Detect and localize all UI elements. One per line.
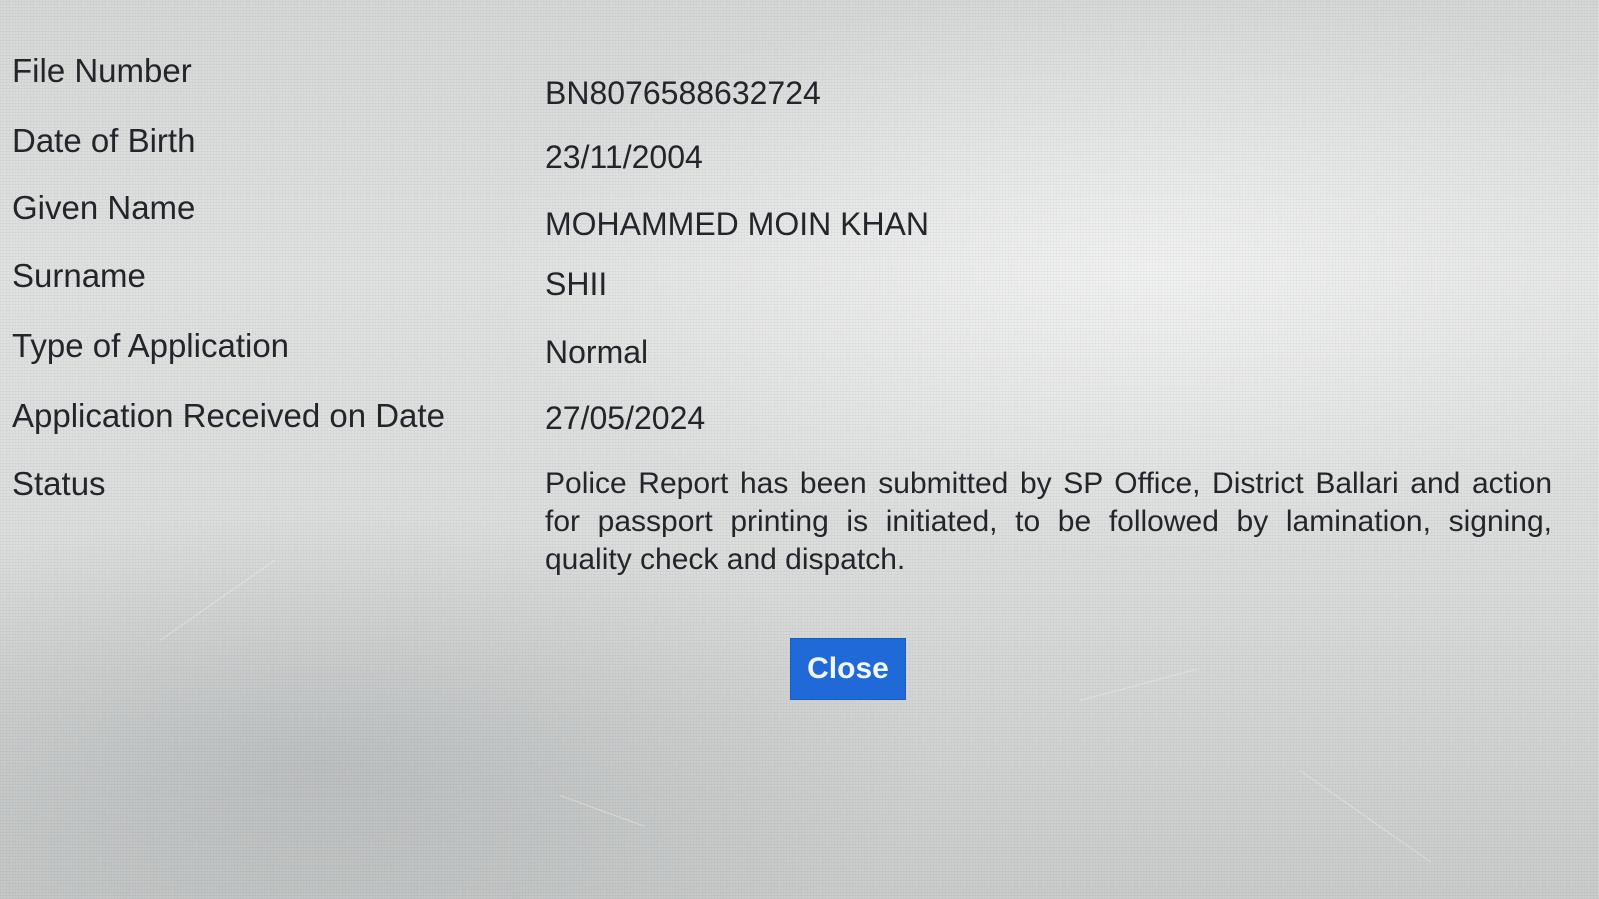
status-row: Status Police Report has been submitted … bbox=[12, 465, 1572, 579]
status-label: Status bbox=[12, 465, 106, 502]
date-of-birth-value: 23/11/2004 bbox=[545, 139, 703, 175]
screen-scratch bbox=[1079, 668, 1197, 701]
file-number-row: File Number BN8076588632724 bbox=[12, 52, 1572, 122]
application-status-screen: File Number BN8076588632724 Date of Birt… bbox=[0, 0, 1599, 899]
given-name-value: MOHAMMED MOIN KHAN bbox=[545, 206, 929, 242]
application-received-label: Application Received on Date bbox=[12, 397, 445, 434]
surname-value: SHII bbox=[545, 266, 608, 302]
application-details-table: File Number BN8076588632724 Date of Birt… bbox=[12, 52, 1572, 579]
date-of-birth-row: Date of Birth 23/11/2004 bbox=[12, 122, 1572, 189]
type-of-application-label: Type of Application bbox=[12, 327, 290, 364]
application-received-row: Application Received on Date 27/05/2024 bbox=[12, 397, 1572, 465]
close-button-container: Close bbox=[790, 638, 906, 700]
screen-scratch bbox=[1299, 770, 1432, 863]
type-of-application-value: Normal bbox=[545, 334, 649, 370]
screen-scratch bbox=[559, 795, 645, 827]
surname-row: Surname SHII bbox=[12, 257, 1572, 327]
given-name-row: Given Name MOHAMMED MOIN KHAN bbox=[12, 189, 1572, 257]
surname-label: Surname bbox=[12, 257, 146, 294]
close-button[interactable]: Close bbox=[790, 638, 906, 700]
date-of-birth-label: Date of Birth bbox=[12, 122, 196, 159]
given-name-label: Given Name bbox=[12, 189, 196, 226]
application-received-value: 27/05/2024 bbox=[545, 400, 706, 436]
file-number-label: File Number bbox=[12, 52, 192, 89]
status-value: Police Report has been submitted by SP O… bbox=[545, 467, 1552, 576]
type-of-application-row: Type of Application Normal bbox=[12, 327, 1572, 397]
file-number-value: BN8076588632724 bbox=[545, 75, 821, 111]
